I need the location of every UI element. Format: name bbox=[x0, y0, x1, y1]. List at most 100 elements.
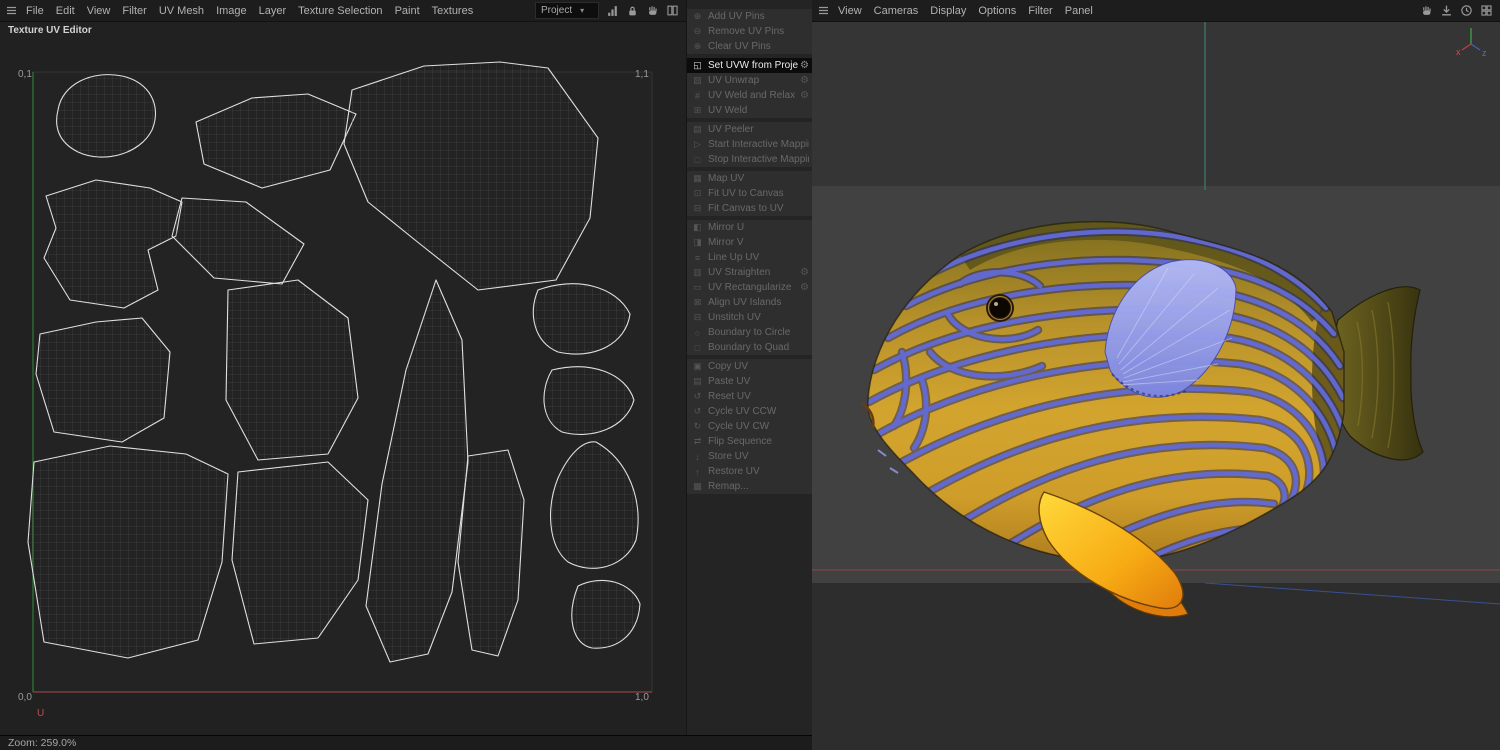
tool-menu-item[interactable]: ⊟ Unstitch UV bbox=[687, 310, 812, 325]
uv-canvas[interactable]: Texture UV Editor 0,1 1,1 0,0 1,0 U bbox=[0, 22, 686, 735]
tool-menu-list: ⊕ Add UV Pins ⊖ Remove UV Pins ⊗ Clear UV Pin… bbox=[687, 9, 812, 494]
menu-panel[interactable]: Panel bbox=[1059, 3, 1099, 19]
u-axis-label: U bbox=[37, 708, 44, 719]
tool-menu-item-label: UV Weld bbox=[708, 105, 748, 116]
tool-menu-item[interactable]: ≡ Line Up UV bbox=[687, 250, 812, 265]
hand-tool-icon[interactable] bbox=[646, 4, 659, 17]
tool-menu-item[interactable]: ○ Boundary to Circle bbox=[687, 325, 812, 340]
tool-menu-item[interactable]: ▤ Paste UV bbox=[687, 374, 812, 389]
tool-menu-item[interactable]: ⊖ Remove UV Pins bbox=[687, 24, 812, 39]
history-icon[interactable] bbox=[1460, 4, 1473, 17]
zoom-status: Zoom: 259.0% bbox=[8, 737, 77, 749]
left-menu-items: File Edit View Filter UV Mesh Image Layer Textu… bbox=[20, 3, 479, 19]
mirror-u-icon: ◧ bbox=[693, 222, 702, 232]
quad-icon: □ bbox=[694, 342, 701, 353]
gear-icon[interactable]: ⚙ bbox=[800, 267, 809, 278]
tool-menu-item-label: Mirror U bbox=[708, 222, 745, 233]
tool-menu-item[interactable]: ↓ Store UV bbox=[687, 449, 812, 464]
menu-edit[interactable]: Edit bbox=[50, 3, 81, 19]
menu-display[interactable]: Display bbox=[924, 3, 972, 19]
tool-menu-item[interactable]: ⊞ UV Weld bbox=[687, 103, 812, 118]
tool-menu-item[interactable]: ⊕ Add UV Pins bbox=[687, 9, 812, 24]
left-row: File Edit View Filter UV Mesh Image Layer Textu… bbox=[0, 0, 812, 735]
tool-menu-item[interactable]: ▥ UV Straighten ⚙ bbox=[687, 265, 812, 280]
menu-options[interactable]: Options bbox=[972, 3, 1022, 19]
circle-icon: ○ bbox=[694, 327, 701, 338]
menu-uv-mesh[interactable]: UV Mesh bbox=[153, 3, 210, 19]
tool-menu-item-label: UV Rectangularize bbox=[708, 282, 792, 293]
backdrop-far bbox=[812, 22, 1500, 186]
chevron-down-icon: ▾ bbox=[580, 6, 585, 15]
tool-menu-item-label: Clear UV Pins bbox=[708, 41, 771, 52]
tool-menu-item[interactable]: ⇄ Flip Sequence bbox=[687, 434, 812, 449]
quad-view-icon[interactable] bbox=[1480, 4, 1493, 17]
uv-island[interactable] bbox=[35, 317, 171, 443]
tool-menu-item[interactable]: ⊠ Align UV Islands bbox=[687, 295, 812, 310]
hamburger-icon[interactable] bbox=[5, 4, 18, 17]
tool-menu-item[interactable]: ▣ Copy UV bbox=[687, 359, 812, 374]
split-view-icon[interactable] bbox=[666, 4, 679, 17]
gear-icon[interactable]: ⚙ bbox=[800, 282, 809, 293]
tool-menu-item-label: UV Peeler bbox=[708, 124, 754, 135]
tool-menu-item[interactable]: ↺ Cycle UV CCW bbox=[687, 404, 812, 419]
gear-icon[interactable]: ⚙ bbox=[800, 60, 809, 71]
tool-menu-item[interactable]: ◧ Mirror U bbox=[687, 220, 812, 235]
tool-menu-item[interactable]: ▩ Remap... bbox=[687, 479, 812, 494]
fit-uv-icon: ⊡ bbox=[693, 188, 702, 198]
menu-texture-selection[interactable]: Texture Selection bbox=[292, 3, 388, 19]
panel-title: Texture UV Editor bbox=[8, 25, 92, 36]
tool-menu-item-label: Reset UV bbox=[708, 391, 751, 402]
project-dropdown[interactable]: Project ▾ bbox=[535, 2, 599, 19]
menu-file[interactable]: File bbox=[20, 3, 50, 19]
tool-menu-item[interactable]: ⊟ Fit Canvas to UV bbox=[687, 201, 812, 216]
3d-view[interactable]: x z bbox=[812, 22, 1500, 750]
tool-menu-item-label: Boundary to Quad bbox=[708, 342, 790, 353]
hand-tool-icon[interactable] bbox=[1420, 4, 1433, 17]
gear-icon[interactable]: ⚙ bbox=[800, 75, 809, 86]
menu-image[interactable]: Image bbox=[210, 3, 253, 19]
uv-islands-canvas[interactable]: 0,1 1,1 0,0 1,0 U bbox=[0, 22, 686, 735]
tool-menu-item[interactable]: ◨ Mirror V bbox=[687, 235, 812, 250]
gizmo-z-label: z bbox=[1482, 48, 1487, 58]
tool-menu-item[interactable]: ▦ Map UV bbox=[687, 171, 812, 186]
lock-icon[interactable] bbox=[626, 4, 639, 17]
menu-filter[interactable]: Filter bbox=[116, 3, 152, 19]
menu-cameras[interactable]: Cameras bbox=[868, 3, 925, 19]
tool-menu-item[interactable]: ↑ Restore UV bbox=[687, 464, 812, 479]
menu-view[interactable]: View bbox=[832, 3, 868, 19]
menu-view[interactable]: View bbox=[81, 3, 117, 19]
tool-menu-item[interactable]: ▧ UV Unwrap ⚙ bbox=[687, 73, 812, 88]
map-icon: ▦ bbox=[693, 173, 702, 183]
tool-menu-item[interactable]: ◱ Set UVW from Projection⚙ bbox=[687, 58, 812, 73]
uv-island[interactable] bbox=[27, 445, 229, 659]
tool-menu-item[interactable]: ▭ UV Rectangularize ⚙ bbox=[687, 280, 812, 295]
viewport-pane: View Cameras Display Options Filter Panel bbox=[812, 0, 1500, 750]
menu-paint[interactable]: Paint bbox=[389, 3, 426, 19]
tool-menu-item[interactable]: ⊗ Clear UV Pins bbox=[687, 39, 812, 54]
uv-editor-toolbar: Project ▾ bbox=[535, 2, 681, 19]
tool-menu-item[interactable]: □ Boundary to Quad bbox=[687, 340, 812, 355]
uv-island[interactable] bbox=[56, 74, 156, 158]
tool-menu-item[interactable]: ↺ Reset UV bbox=[687, 389, 812, 404]
graph-icon[interactable] bbox=[606, 4, 619, 17]
gear-icon[interactable]: ⚙ bbox=[800, 90, 809, 101]
reset-icon: ↺ bbox=[693, 391, 702, 401]
tool-menu-item[interactable]: # UV Weld and Relax ⚙ bbox=[687, 88, 812, 103]
paste-icon: ▤ bbox=[693, 376, 702, 386]
tool-menu-item[interactable]: ▷ Start Interactive Mapping bbox=[687, 137, 812, 152]
tool-menu-item[interactable]: ↻ Cycle UV CW bbox=[687, 419, 812, 434]
tool-menu: ⊕ Add UV Pins ⊖ Remove UV Pins ⊗ Clear UV Pin… bbox=[686, 0, 812, 735]
tool-menu-item-label: Unstitch UV bbox=[708, 312, 761, 323]
tool-menu-item[interactable]: □ Stop Interactive Mapping bbox=[687, 152, 812, 167]
corner-label-11: 1,1 bbox=[635, 69, 649, 80]
download-icon[interactable] bbox=[1440, 4, 1453, 17]
menu-textures[interactable]: Textures bbox=[426, 3, 480, 19]
menu-layer[interactable]: Layer bbox=[253, 3, 293, 19]
hamburger-icon[interactable] bbox=[817, 4, 830, 17]
cw-icon: ↻ bbox=[693, 421, 702, 431]
menu-filter[interactable]: Filter bbox=[1022, 3, 1058, 19]
tool-menu-item[interactable]: ⊡ Fit UV to Canvas bbox=[687, 186, 812, 201]
tool-menu-item[interactable]: ▤ UV Peeler bbox=[687, 122, 812, 137]
tool-menu-item-label: Cycle UV CCW bbox=[708, 406, 777, 417]
tool-menu-item-label: Flip Sequence bbox=[708, 436, 772, 447]
